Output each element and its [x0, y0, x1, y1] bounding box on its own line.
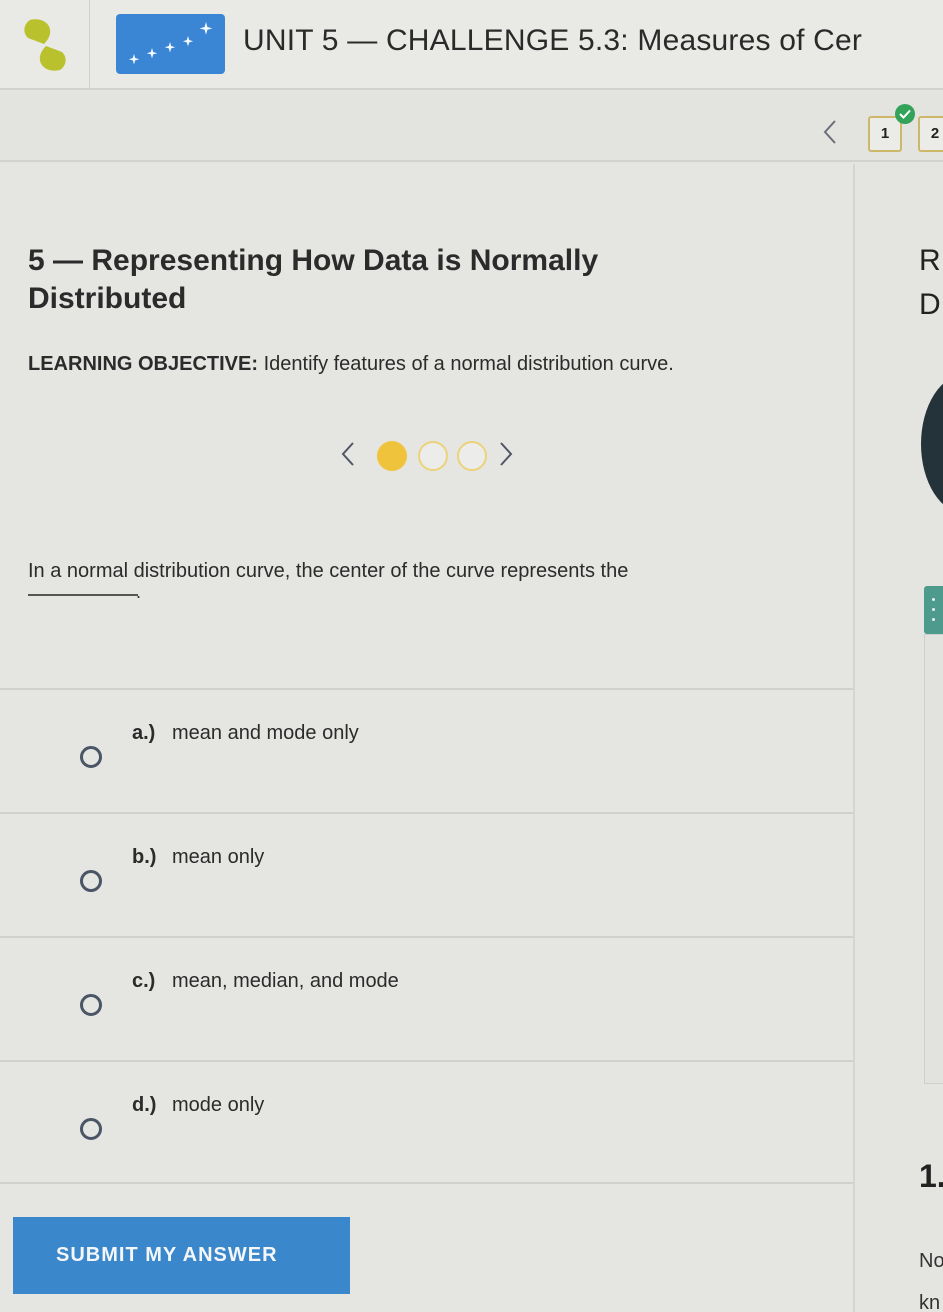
logo-cell[interactable] [0, 0, 90, 90]
side-panel-text-line-1: No [919, 1250, 943, 1272]
step-indicator [340, 434, 540, 474]
question-navigation-bar [0, 92, 943, 162]
chevron-right-icon [500, 442, 513, 466]
side-panel-text-line-2: kn [919, 1292, 941, 1312]
lesson-title: 5 — Representing How Data is Normally Di… [28, 244, 599, 315]
side-panel-number: 1. [919, 1158, 943, 1194]
learning-objective: LEARNING OBJECTIVE: Identify features of… [28, 353, 848, 376]
answer-text: mean and mode only [172, 722, 359, 744]
answer-letter: a.) [132, 722, 156, 744]
checkmark-icon [899, 109, 911, 119]
radio-button[interactable] [80, 994, 102, 1016]
step-next-button[interactable] [498, 440, 514, 473]
question-text: In a normal distribution curve, the cent… [28, 560, 629, 582]
side-panel-avatar-image [921, 374, 943, 514]
answer-option-a[interactable]: a.) mean and mode only [0, 688, 853, 812]
answer-option-d[interactable]: d.) mode only [0, 1060, 853, 1184]
question-2-button[interactable]: 2 [918, 116, 943, 152]
submit-answer-button[interactable]: SUBMIT MY ANSWER [13, 1217, 350, 1294]
answer-letter: d.) [132, 1094, 157, 1116]
page: UNIT 5 — CHALLENGE 5.3: Measures of Cer … [0, 0, 943, 1312]
answer-letter: c.) [132, 970, 156, 992]
step-prev-button[interactable] [340, 440, 356, 473]
sparkles-icon [128, 22, 213, 65]
step-dot-3[interactable] [457, 441, 487, 471]
chevron-left-icon [823, 120, 836, 144]
answer-text: mean, median, and mode [172, 970, 399, 992]
objective-text: Identify features of a normal distributi… [258, 353, 674, 375]
side-panel: R D 1. No kn [857, 164, 943, 1312]
side-panel-heading-line-2: D [919, 288, 941, 321]
answer-text: mean only [172, 846, 265, 868]
question-panel: 5 — Representing How Data is Normally Di… [0, 164, 855, 1312]
previous-question-button[interactable] [822, 118, 844, 148]
side-panel-content-box [924, 634, 943, 1084]
radio-button[interactable] [80, 746, 102, 768]
vertical-dots-icon[interactable] [924, 586, 943, 634]
chevron-left-icon [341, 442, 354, 466]
answer-option-b[interactable]: b.) mean only [0, 812, 853, 936]
unit-thumbnail [116, 14, 225, 74]
answer-options: a.) mean and mode only b.) mean only c.)… [0, 688, 855, 1184]
step-dot-2[interactable] [418, 441, 448, 471]
completed-check-badge [895, 104, 915, 124]
side-panel-heading-line-1: R [919, 244, 941, 277]
radio-button[interactable] [80, 1118, 102, 1140]
step-dot-1-active[interactable] [377, 441, 407, 471]
answer-text: mode only [172, 1094, 265, 1116]
answer-option-c[interactable]: c.) mean, median, and mode [0, 936, 853, 1060]
unit-title: UNIT 5 — CHALLENGE 5.3: Measures of Cer [243, 24, 863, 57]
top-header: UNIT 5 — CHALLENGE 5.3: Measures of Cer [0, 0, 943, 90]
question-1-button[interactable]: 1 [868, 116, 902, 152]
radio-button[interactable] [80, 870, 102, 892]
brand-logo-icon [24, 19, 66, 71]
answer-blank [28, 594, 138, 596]
blank-period: . [136, 582, 142, 602]
answer-letter: b.) [132, 846, 157, 868]
objective-label: LEARNING OBJECTIVE: [28, 353, 259, 375]
